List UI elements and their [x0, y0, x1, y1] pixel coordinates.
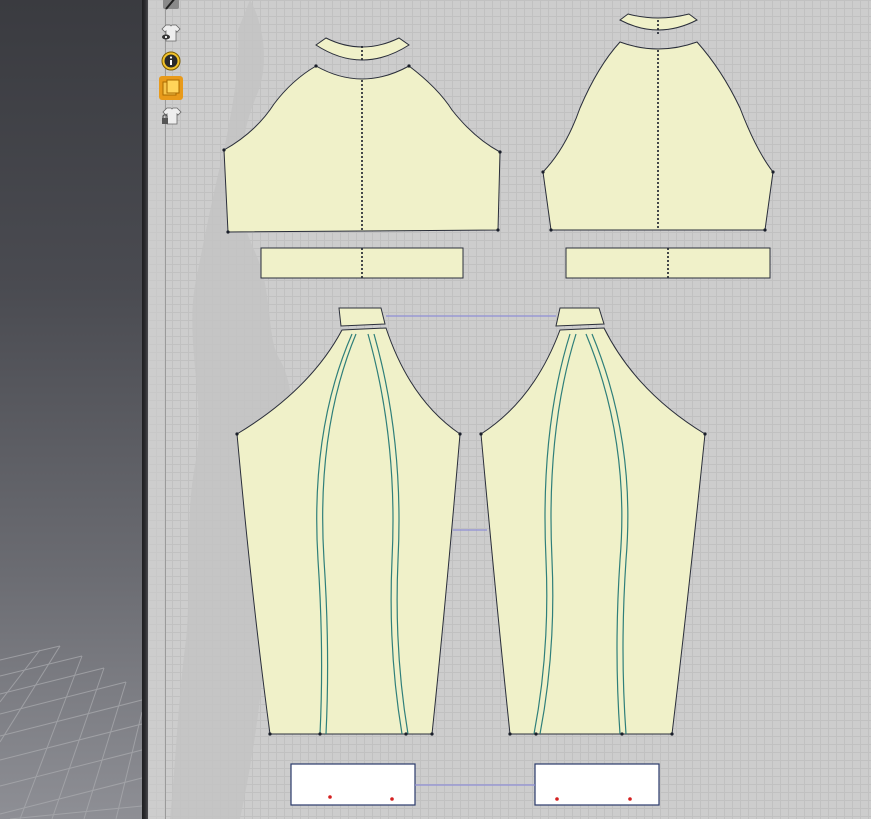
- 2d-pattern-window[interactable]: [148, 0, 871, 819]
- fabric-icon[interactable]: [159, 76, 183, 100]
- cuff-pin-marker: [390, 797, 394, 801]
- left-sleeve-cuff[interactable]: [290, 763, 416, 806]
- shirt-lock-icon[interactable]: [159, 104, 183, 128]
- shirt-eye-icon[interactable]: [159, 21, 183, 45]
- cuff-pin-marker: [628, 797, 632, 801]
- cuff-pin-marker: [555, 797, 559, 801]
- pattern-canvas[interactable]: [148, 0, 871, 819]
- info-icon[interactable]: [159, 49, 183, 73]
- brush-icon[interactable]: [159, 0, 183, 16]
- right-sleeve[interactable]: [480, 327, 706, 735]
- left-sleeve-cuff-collar[interactable]: [338, 307, 386, 327]
- front-collar-band[interactable]: [315, 37, 410, 61]
- right-sleeve-cuff-collar[interactable]: [555, 307, 605, 327]
- pattern-toolbar: [157, 0, 185, 130]
- right-sleeve-cuff[interactable]: [534, 763, 660, 806]
- cuff-pin-marker: [328, 795, 332, 799]
- 3d-viewport[interactable]: [0, 0, 142, 819]
- floor-grid: [0, 645, 142, 819]
